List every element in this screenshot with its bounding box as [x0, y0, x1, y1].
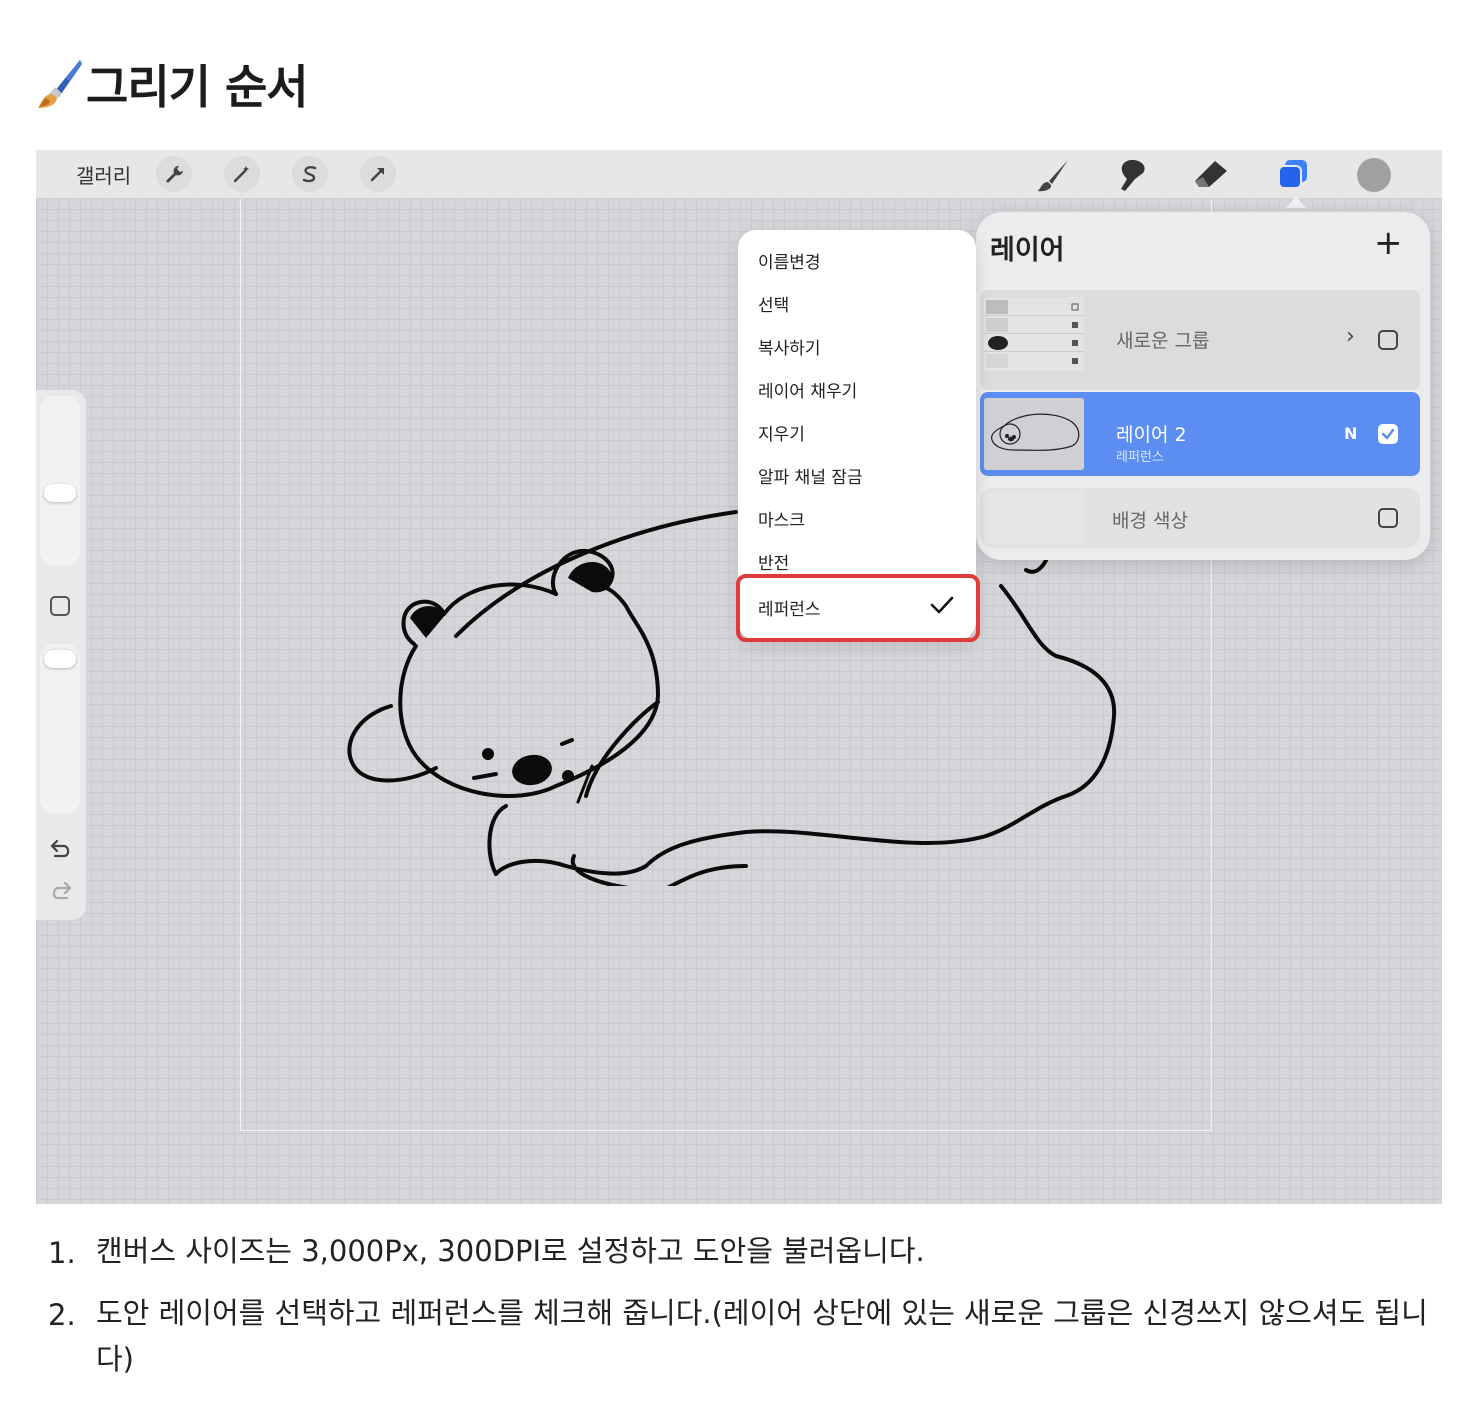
redo-icon[interactable]	[49, 880, 73, 902]
opacity-slider[interactable]	[40, 644, 80, 814]
layers-panel: 레이어 + 새로운 그룹 › 레이어 2 레퍼런스 N 배경 색상	[976, 212, 1430, 560]
background-color-label: 배경 색상	[1112, 510, 1188, 532]
layer-2-visibility-checkbox[interactable]	[1378, 424, 1398, 444]
step-text: 캔버스 사이즈는 3,000Px, 300DPI로 설정하고 도안을 불러옵니다…	[96, 1234, 925, 1268]
modify-button[interactable]	[50, 596, 70, 616]
procreate-screenshot: 갤러리 레이어 + 새로운 그룹 › 레이어 2 레퍼런스 N 배경 색상 이름…	[36, 150, 1442, 1204]
checkmark-icon	[930, 596, 954, 614]
group-thumbnail	[984, 297, 1084, 371]
menu-item-alpha-lock[interactable]: 알파 채널 잠금	[758, 463, 863, 488]
chevron-right-icon[interactable]: ›	[1346, 324, 1355, 349]
background-visibility-checkbox[interactable]	[1378, 508, 1398, 528]
group-visibility-checkbox[interactable]	[1378, 330, 1398, 350]
left-sidebar	[36, 390, 86, 920]
checkmark-icon	[1381, 428, 1395, 440]
blend-mode-button[interactable]: N	[1344, 424, 1357, 443]
section-heading: 그리기 순서	[36, 52, 309, 116]
layer-2-name: 레이어 2	[1116, 424, 1187, 446]
popover-caret	[1286, 196, 1306, 208]
arrow-transform-icon[interactable]	[360, 156, 396, 192]
selection-s-icon[interactable]	[292, 156, 328, 192]
top-toolbar: 갤러리	[36, 150, 1442, 199]
bear-lineart	[347, 510, 1117, 886]
eraser-icon[interactable]	[1192, 156, 1230, 194]
menu-item-copy[interactable]: 복사하기	[758, 334, 821, 359]
menu-item-rename[interactable]: 이름변경	[758, 248, 821, 273]
menu-item-invert[interactable]: 반전	[758, 549, 789, 574]
paintbrush-icon	[38, 60, 82, 108]
smudge-icon[interactable]	[1114, 156, 1152, 194]
background-thumbnail	[984, 492, 1084, 544]
magic-wand-icon[interactable]	[224, 156, 260, 192]
layer-2-thumbnail	[984, 398, 1084, 470]
step-number: 1.	[48, 1236, 76, 1270]
layer-2-subtitle: 레퍼런스	[1116, 450, 1164, 465]
brush-size-slider[interactable]	[40, 396, 80, 566]
layers-title: 레이어	[990, 235, 1065, 266]
undo-icon[interactable]	[49, 838, 73, 860]
brush-size-knob[interactable]	[44, 484, 76, 502]
menu-item-clear[interactable]: 지우기	[758, 420, 805, 445]
step-number: 2.	[48, 1298, 76, 1332]
layer-row-background[interactable]: 배경 색상	[980, 488, 1420, 548]
brush-icon[interactable]	[1034, 156, 1072, 194]
group-name: 새로운 그룹	[1116, 330, 1210, 352]
add-layer-button[interactable]: +	[1374, 226, 1403, 260]
menu-item-select[interactable]: 선택	[758, 291, 789, 316]
wrench-icon[interactable]	[156, 156, 192, 192]
layer-row-selected[interactable]: 레이어 2 레퍼런스 N	[980, 392, 1420, 476]
layers-icon[interactable]	[1274, 156, 1312, 194]
layer-row-group[interactable]: 새로운 그룹 ›	[980, 290, 1420, 390]
menu-item-fill-layer[interactable]: 레이어 채우기	[758, 377, 857, 402]
color-picker-swatch[interactable]	[1357, 158, 1391, 192]
page-title: 그리기 순서	[86, 60, 309, 114]
step-text: 도안 레이어를 선택하고 레퍼런스를 체크해 줍니다.(레이어 상단에 있는 새…	[96, 1296, 1428, 1376]
menu-item-mask[interactable]: 마스크	[758, 506, 805, 531]
gallery-button[interactable]: 갤러리	[76, 160, 131, 189]
opacity-knob[interactable]	[44, 650, 76, 668]
